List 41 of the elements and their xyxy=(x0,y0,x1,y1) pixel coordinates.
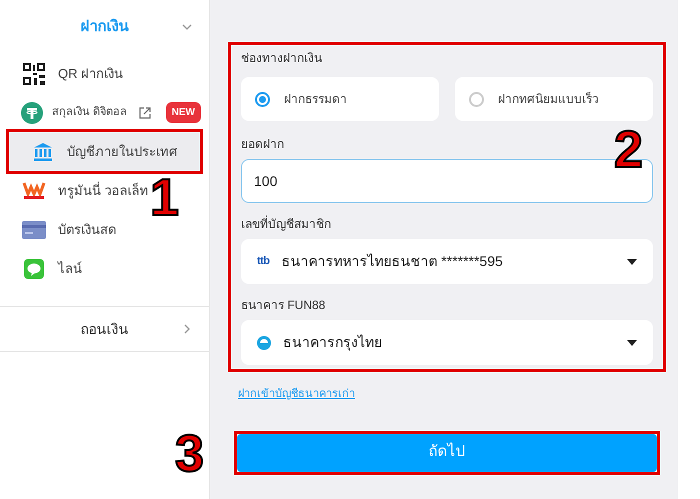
bank-icon xyxy=(33,142,53,162)
field-label: ช่องทางฝากเงิน xyxy=(241,50,323,67)
caret-icon xyxy=(627,258,637,264)
select-value: ธนาคารกรุงไทย xyxy=(283,333,382,353)
sidebar-item[interactable]: บัตรเงินสด xyxy=(0,210,132,249)
section-title: ถอนเงิน xyxy=(80,320,128,338)
step-number: 3 xyxy=(175,428,204,480)
wallet-logo-icon xyxy=(22,182,46,200)
qr-code-icon xyxy=(23,62,45,84)
select-value: ธนาคารทหารไทยธนชาต *******595 xyxy=(281,252,503,271)
coin-icon xyxy=(21,102,43,124)
sidebar-item-label: ไลน์ xyxy=(58,260,82,278)
sidebar-item-label: ทรูมันนี่ วอลเล็ท xyxy=(58,180,149,200)
radio-button[interactable] xyxy=(255,92,270,106)
field-label: ธนาคาร FUN88 xyxy=(241,297,326,314)
bank-select[interactable]: ttb ธนาคารทหารไทยธนชาต *******595 xyxy=(241,239,653,284)
field-label: เลขที่บัญชีสมาชิก xyxy=(241,215,332,233)
chat-app-icon xyxy=(24,258,44,278)
new-badge: NEW xyxy=(166,102,201,123)
bank-select[interactable]: ธนาคารกรุงไทย xyxy=(241,320,653,365)
option-label: ฝากทศนิยมแบบเร็ว xyxy=(498,90,599,108)
caret-icon xyxy=(627,340,637,346)
bank-logo-icon xyxy=(257,336,271,350)
sidebar-item[interactable]: บัญชีภายในประเทศ xyxy=(9,132,200,171)
radio-button[interactable] xyxy=(469,92,484,106)
sidebar-item-label: QR ฝากเงิน xyxy=(58,64,124,83)
sidebar-item-label: บัตรเงินสด xyxy=(58,220,116,239)
sidebar-item[interactable]: สกุลเงิน ดิจิตอล NEW xyxy=(0,93,209,132)
section-title: ฝากเงิน xyxy=(80,16,128,37)
sidebar-item-label: สกุลเงิน ดิจิตอล xyxy=(52,105,128,120)
sidebar-item-label: บัญชีภายในประเทศ xyxy=(67,142,177,161)
sidebar-item[interactable]: QR ฝากเงิน xyxy=(0,54,140,93)
card-icon xyxy=(22,220,46,238)
sidebar-item[interactable]: ไลน์ xyxy=(0,249,98,288)
deposit-method-option[interactable]: ฝากธรรมดา xyxy=(241,77,439,121)
field-label: ยอดฝาก xyxy=(241,136,285,153)
option-label: ฝากธรรมดา xyxy=(284,91,347,108)
bank-logo: ttb xyxy=(257,254,270,270)
deposit-method-option[interactable]: ฝากทศนิยมแบบเร็ว xyxy=(455,77,653,121)
step-number: 1 xyxy=(150,172,179,224)
withdraw-section-header[interactable]: ถอนเงิน xyxy=(0,307,209,351)
